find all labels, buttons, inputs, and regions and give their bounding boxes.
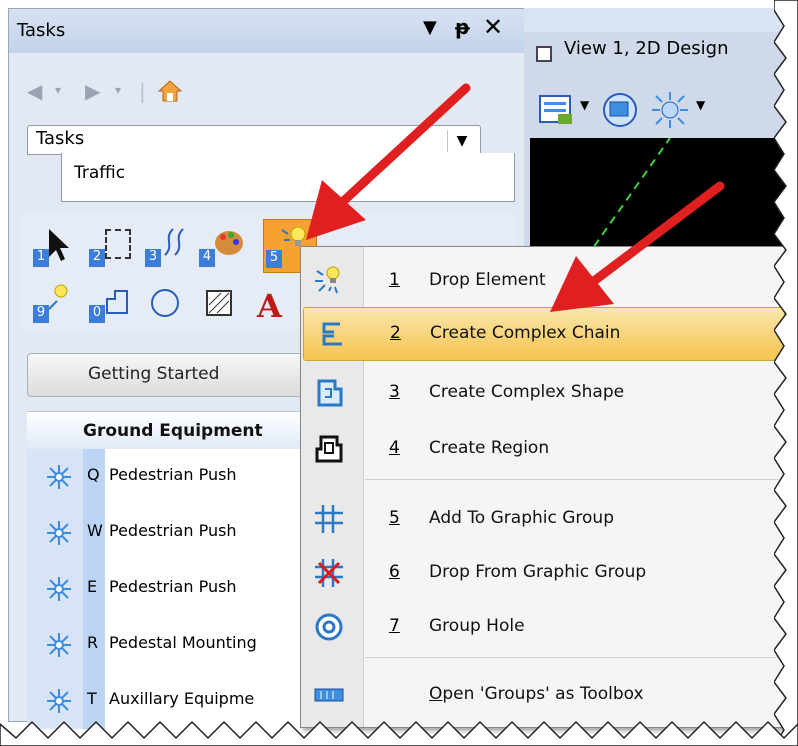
item-label: Pedestrian Push (109, 465, 237, 484)
menu-item-number: 4 (389, 438, 400, 458)
getting-started-label: Getting Started (88, 364, 220, 384)
menu-item-number: 7 (389, 616, 400, 636)
curve-icon (164, 228, 184, 256)
traffic-label: Traffic (74, 163, 126, 183)
menu-separator (365, 657, 779, 658)
tasks-dropdown-value: Tasks (36, 128, 85, 149)
circle-icon (151, 289, 179, 317)
analyze-tool[interactable]: 9 (33, 283, 73, 327)
item-label: Pedestal Mounting (109, 633, 257, 652)
group-hole-icon (315, 613, 343, 641)
hatch-icon (206, 290, 232, 316)
item-key: E (87, 577, 98, 596)
menu-item-label: Drop From Graphic Group (429, 562, 647, 582)
torn-edge-bottom (0, 720, 798, 746)
menu-item-number: 1 (389, 270, 400, 290)
select-tool[interactable]: 1 (33, 227, 73, 271)
item-label: Pedestrian Push (109, 577, 237, 596)
menu-item-create-complex-shape[interactable]: 3 Create Complex Shape (301, 367, 787, 419)
item-key: T (87, 689, 97, 708)
view-window-icon (536, 46, 552, 62)
annotation-arrow (306, 83, 471, 240)
menu-separator (365, 479, 779, 480)
menu-item-number: 2 (390, 323, 401, 343)
close-icon[interactable]: ✕ (483, 13, 503, 41)
item-label: Pedestrian Push (109, 521, 237, 540)
display-style-icon[interactable] (598, 90, 644, 130)
toolbox-icon (314, 688, 344, 702)
signal-icon (47, 577, 71, 601)
fence-tool[interactable]: 2 (89, 227, 133, 271)
signal-icon (47, 689, 71, 713)
back-dropdown-icon[interactable]: ▾ (55, 83, 61, 97)
polyline-icon (106, 290, 128, 314)
circle-tool[interactable] (145, 287, 189, 327)
chevron-down-icon[interactable]: ▼ (580, 98, 589, 112)
mnemonic: O (429, 684, 443, 704)
separator: | (139, 79, 146, 103)
text-tool[interactable]: A (255, 287, 285, 327)
view-top-strip (524, 8, 790, 32)
complex-chain-icon (322, 322, 342, 346)
menu-item-create-region[interactable]: 4 Create Region (301, 423, 787, 475)
item-key: W (87, 521, 103, 540)
region-icon (315, 435, 343, 463)
menu-item-number: 5 (389, 508, 400, 528)
item-key: R (87, 633, 99, 652)
tasks-title: Tasks (17, 20, 66, 41)
hatch-tool[interactable] (199, 287, 243, 327)
menu-item-group-hole[interactable]: 7 Group Hole (301, 601, 787, 653)
ground-equipment-title: Ground Equipment (83, 421, 263, 441)
menu-item-label: Create Region (429, 438, 550, 458)
back-arrow-icon[interactable]: ◀ (27, 79, 42, 103)
signal-icon (47, 465, 71, 489)
signal-icon (47, 521, 71, 545)
palette-icon (215, 231, 243, 255)
tasks-title-bar: Tasks ▼ ᵽ ✕ (9, 9, 525, 53)
menu-item-label: Create Complex Shape (429, 382, 625, 402)
torn-edge-right (774, 0, 798, 746)
chevron-down-icon[interactable]: ▼ (696, 98, 705, 112)
lighting-icon[interactable] (650, 90, 690, 130)
menu-item-label: Group Hole (429, 616, 525, 636)
signal-icon (47, 633, 71, 657)
fence-icon (105, 229, 131, 259)
graphic-group-icon (315, 505, 343, 533)
home-icon[interactable] (157, 79, 183, 103)
manipulate-tool[interactable]: 3 (145, 227, 189, 271)
bulb-small-icon (48, 284, 68, 310)
menu-item-drop-from-graphic-group[interactable]: 6 Drop From Graphic Group (301, 547, 787, 599)
attributes-tool[interactable]: 4 (199, 227, 247, 271)
menu-item-label: Add To Graphic Group (429, 508, 614, 528)
menu-item-add-to-graphic-group[interactable]: 5 Add To Graphic Group (301, 493, 787, 545)
item-key: Q (87, 465, 100, 484)
annotation-arrow (550, 181, 725, 312)
forward-dropdown-icon[interactable]: ▾ (115, 83, 121, 97)
drop-element-icon (315, 266, 340, 294)
pin-icon[interactable]: ᵽ (455, 15, 470, 39)
item-label: Auxillary Equipme (109, 689, 255, 708)
shape-tool[interactable]: 0 (89, 283, 133, 327)
forward-arrow-icon[interactable]: ▶ (85, 79, 100, 103)
view-toolbar: ▼ ▼ (530, 84, 790, 136)
drop-graphic-group-icon (315, 559, 343, 587)
menu-item-number: 6 (389, 562, 400, 582)
menu-item-label: Drop Element (429, 270, 546, 290)
complex-shape-icon (317, 379, 343, 407)
menu-item-label-rest: pen 'Groups' as Toolbox (442, 684, 644, 704)
arrow-pointer-icon (49, 229, 69, 261)
view-attributes-icon[interactable] (538, 92, 578, 128)
tool-key-3: 3 (145, 249, 161, 267)
text-a-icon: A (257, 287, 282, 325)
tool-key-2: 2 (89, 249, 105, 267)
menu-item-number: 3 (389, 382, 400, 402)
menu-item-label: Create Complex Chain (430, 323, 621, 343)
menu-item-label: Open 'Groups' as Toolbox (429, 684, 644, 704)
view-title[interactable]: View 1, 2D Design (564, 38, 729, 59)
dropdown-arrow-icon[interactable]: ▼ (423, 17, 437, 38)
